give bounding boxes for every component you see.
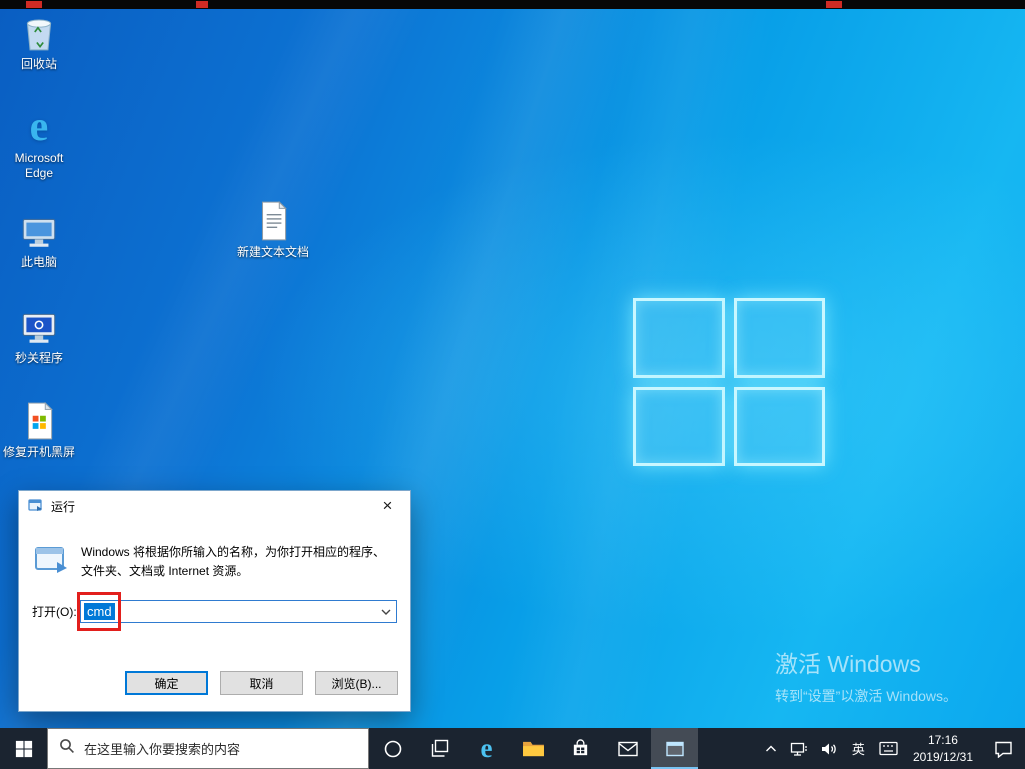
run-dialog-title: 运行 bbox=[51, 499, 76, 514]
close-icon[interactable]: × bbox=[365, 491, 410, 521]
ok-button[interactable]: 确定 bbox=[125, 671, 208, 695]
desktop-icon-label: 修复开机黑屏 bbox=[2, 445, 75, 459]
taskbar-search-box[interactable]: 在这里输入你要搜索的内容 bbox=[47, 728, 369, 769]
cancel-button[interactable]: 取消 bbox=[220, 671, 303, 695]
task-view-icon bbox=[431, 739, 449, 757]
ime-language-indicator[interactable]: 英 bbox=[844, 728, 873, 769]
desktop-icon-repair-black-screen[interactable]: 修复开机黑屏 bbox=[2, 400, 76, 460]
network-status-button[interactable] bbox=[784, 728, 814, 769]
search-icon bbox=[59, 738, 75, 759]
chevron-up-icon bbox=[765, 745, 776, 751]
cortana-button[interactable] bbox=[369, 728, 416, 769]
run-command-value: cmd bbox=[84, 603, 115, 620]
action-center-button[interactable] bbox=[982, 728, 1025, 769]
desktop-icon-this-pc[interactable]: 此电脑 bbox=[2, 210, 76, 270]
store-icon bbox=[573, 739, 588, 756]
top-bar-marker bbox=[26, 1, 42, 8]
desktop-icon-label: 秒关程序 bbox=[14, 351, 63, 365]
taskbar: 在这里输入你要搜索的内容 e 英 17:16 2019/12/31 bbox=[0, 728, 1025, 769]
taskbar-file-explorer-button[interactable] bbox=[510, 728, 557, 769]
touch-keyboard-button[interactable] bbox=[873, 728, 904, 769]
windows-logo-wallpaper bbox=[633, 298, 825, 466]
run-dialog-body: Windows 将根据你所输入的名称，为你打开相应的程序、文件夹、文档或 Int… bbox=[19, 521, 410, 713]
windows-logo-pane bbox=[633, 386, 725, 466]
windows-logo-pane bbox=[633, 298, 725, 378]
watermark-title: 激活 Windows bbox=[775, 651, 921, 677]
desktop: 回收站 e Microsoft Edge 此电脑 秒关程序 修复开机黑屏 新建文… bbox=[0, 0, 1025, 769]
taskbar-active-run-window[interactable] bbox=[651, 728, 698, 769]
task-view-button[interactable] bbox=[416, 728, 463, 769]
search-placeholder: 在这里输入你要搜索的内容 bbox=[84, 742, 241, 757]
windows-logo-pane bbox=[733, 298, 825, 378]
text-file-icon bbox=[252, 200, 294, 242]
browse-button[interactable]: 浏览(B)... bbox=[315, 671, 398, 695]
top-bar-marker bbox=[826, 1, 842, 8]
watermark-subtitle: 转到“设置”以激活 Windows。 bbox=[775, 688, 958, 704]
desktop-icon-new-text-document[interactable]: 新建文本文档 bbox=[236, 200, 310, 260]
taskbar-edge-button[interactable]: e bbox=[463, 728, 510, 769]
system-tray: 英 17:16 2019/12/31 bbox=[758, 728, 1025, 769]
show-hidden-icons-button[interactable] bbox=[758, 728, 784, 769]
run-command-combobox[interactable]: cmd bbox=[80, 600, 397, 623]
desktop-icon-microsoft-edge[interactable]: e Microsoft Edge bbox=[2, 106, 76, 181]
run-dialog-icon bbox=[28, 497, 44, 516]
desktop-icon-label: 回收站 bbox=[20, 57, 57, 71]
volume-button[interactable] bbox=[814, 728, 844, 769]
speaker-icon bbox=[821, 743, 836, 754]
action-center-icon bbox=[995, 741, 1012, 758]
clock-time: 17:16 bbox=[927, 733, 958, 748]
desktop-icon-shutdown-app[interactable]: 秒关程序 bbox=[2, 306, 76, 366]
clock-date: 2019/12/31 bbox=[912, 749, 973, 764]
desktop-icon-label: Microsoft Edge bbox=[14, 151, 64, 180]
open-field-row: 打开(O): cmd bbox=[32, 600, 397, 623]
network-icon bbox=[790, 742, 807, 756]
chevron-down-icon[interactable] bbox=[376, 601, 396, 622]
folder-icon bbox=[523, 741, 544, 757]
computer-icon bbox=[18, 210, 60, 252]
windows-logo-pane bbox=[733, 386, 825, 466]
window-icon bbox=[665, 741, 684, 756]
run-dialog-description: Windows 将根据你所输入的名称，为你打开相应的程序、文件夹、文档或 Int… bbox=[81, 545, 386, 578]
taskbar-mail-button[interactable] bbox=[604, 728, 651, 769]
start-button[interactable] bbox=[0, 728, 47, 769]
screen-top-bar bbox=[0, 0, 1025, 9]
activate-windows-watermark: 激活 Windows 转到“设置”以激活 Windows。 bbox=[775, 645, 957, 706]
recycle-bin-icon bbox=[18, 12, 60, 54]
run-icon bbox=[34, 543, 70, 580]
run-dialog-titlebar: 运行 × bbox=[19, 491, 410, 521]
mail-icon bbox=[617, 741, 638, 756]
monitor-app-icon bbox=[18, 306, 60, 348]
edge-icon: e bbox=[29, 104, 49, 150]
open-label: 打开(O): bbox=[32, 605, 77, 619]
desktop-icon-recycle-bin[interactable]: 回收站 bbox=[2, 12, 76, 72]
run-dialog-buttons: 确定 取消 浏览(B)... bbox=[125, 671, 398, 695]
top-bar-marker bbox=[196, 1, 208, 8]
keyboard-icon bbox=[879, 741, 898, 756]
taskbar-store-button[interactable] bbox=[557, 728, 604, 769]
windows-start-icon bbox=[15, 740, 32, 757]
cortana-icon bbox=[384, 740, 401, 757]
edge-icon: e bbox=[480, 733, 493, 763]
desktop-icon-label: 新建文本文档 bbox=[236, 245, 309, 259]
desktop-icon-label: 此电脑 bbox=[20, 255, 57, 269]
document-windows-icon bbox=[18, 400, 60, 442]
run-dialog: 运行 × Windows 将根据你所输入的名称，为你打开相应的程序、文件夹、文档… bbox=[18, 490, 411, 712]
taskbar-clock[interactable]: 17:16 2019/12/31 bbox=[904, 728, 982, 769]
